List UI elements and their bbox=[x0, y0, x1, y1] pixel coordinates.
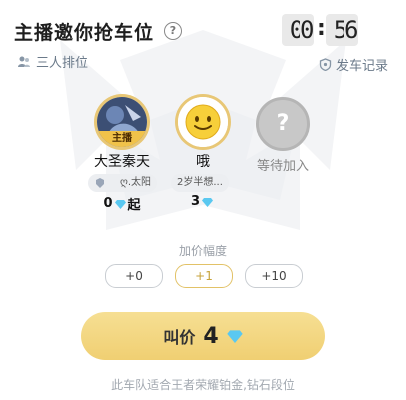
shield-icon bbox=[319, 58, 332, 71]
host-tag: 主播 bbox=[97, 131, 147, 147]
seat-name: 等待加入 bbox=[256, 159, 309, 174]
player-badge: 2岁半想... bbox=[171, 174, 229, 192]
mode-label: 三人排位 bbox=[17, 52, 88, 71]
page-title: 主播邀你抢车位 bbox=[14, 22, 155, 44]
mode-text: 三人排位 bbox=[36, 56, 89, 71]
timer-digit: 0 bbox=[300, 14, 315, 46]
increment-option-1[interactable]: +1 bbox=[175, 264, 233, 288]
bid-amount: 0 bbox=[103, 196, 113, 211]
seat-name: 大圣秦天 bbox=[94, 154, 150, 170]
increment-option-0[interactable]: +0 bbox=[105, 264, 163, 288]
timer-digit: 6 bbox=[344, 14, 359, 46]
question-mark-icon: ? bbox=[276, 111, 290, 136]
avatar: 主播 bbox=[97, 97, 147, 147]
timer-colon: : bbox=[317, 16, 326, 41]
seat-host[interactable]: 主播 大圣秦天 bbox=[94, 97, 150, 171]
seat-bid: 3 bbox=[184, 194, 220, 209]
diamond-icon bbox=[114, 199, 126, 209]
seat-player[interactable]: 哦 bbox=[175, 97, 231, 171]
increment-option-10[interactable]: +10 bbox=[245, 264, 303, 288]
records-link[interactable]: 发车记录 bbox=[319, 55, 388, 74]
bid-amount: 3 bbox=[190, 194, 201, 209]
diamond-icon bbox=[202, 197, 214, 207]
people-icon bbox=[18, 56, 30, 67]
seat-bid: 0 起 bbox=[100, 194, 144, 213]
bid-suffix: 起 bbox=[127, 198, 141, 213]
footer-note: 此车队适合王者荣耀铂金,钻石段位 bbox=[111, 378, 295, 392]
rank-icon bbox=[96, 178, 104, 188]
diamond-icon bbox=[226, 330, 243, 343]
call-bid-button[interactable]: 叫价 4 bbox=[81, 312, 325, 360]
smiley-avatar-image bbox=[178, 97, 228, 147]
empty-avatar: ? bbox=[256, 97, 310, 151]
seat-name: 哦 bbox=[196, 154, 210, 170]
rank-badge: ღ.太阳 bbox=[88, 174, 158, 192]
badge-text: 2岁半想... bbox=[177, 177, 223, 188]
increment-label: 加价幅度 bbox=[178, 244, 227, 258]
avatar bbox=[178, 97, 228, 147]
call-amount: 4 bbox=[203, 323, 219, 349]
badge-text: ღ.太阳 bbox=[120, 177, 152, 188]
seat-empty[interactable]: ? 等待加入 bbox=[254, 97, 312, 174]
records-text: 发车记录 bbox=[335, 59, 388, 74]
question-circle-icon[interactable]: ? bbox=[164, 22, 182, 40]
call-label: 叫价 bbox=[163, 328, 196, 347]
